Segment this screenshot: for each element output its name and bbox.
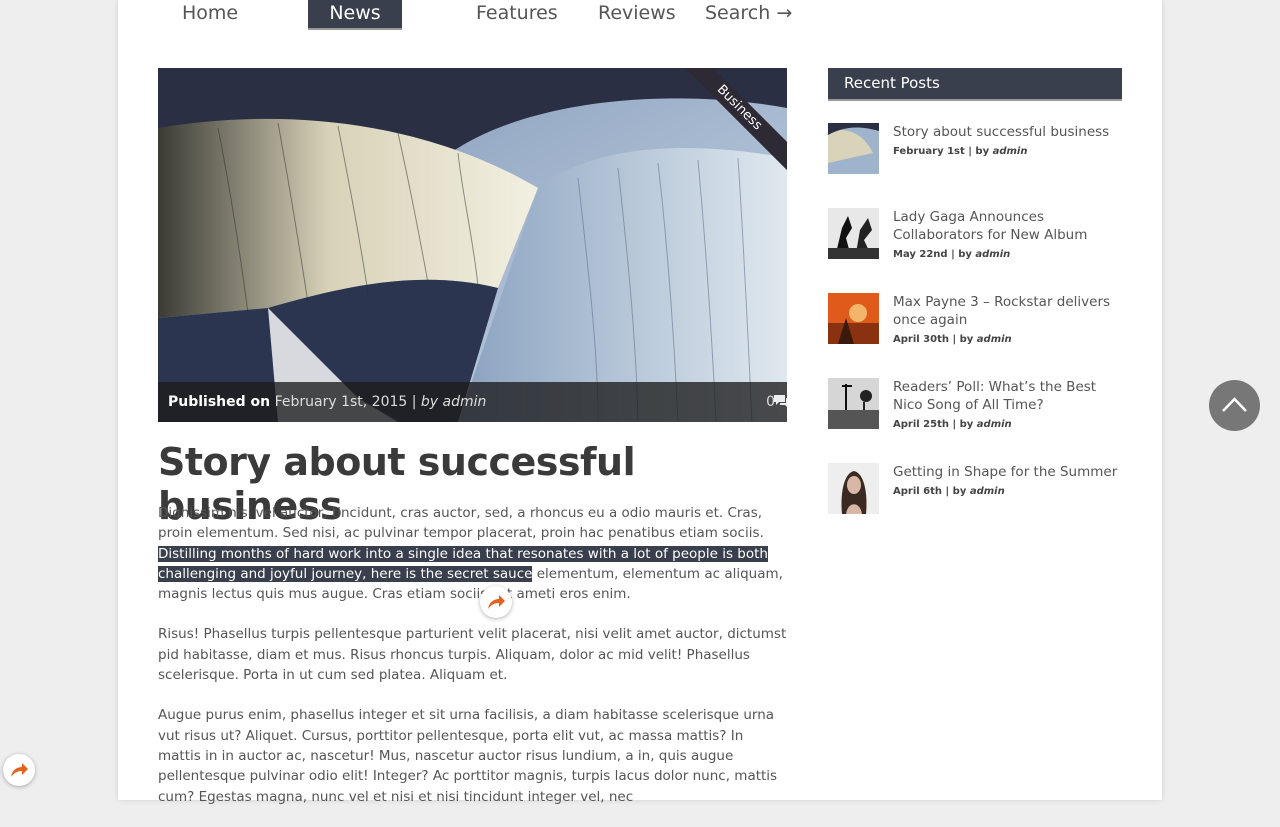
by-label: by	[420, 394, 439, 410]
post-title-text[interactable]: Getting in Shape for the Summer	[893, 464, 1117, 480]
recent-post-item[interactable]: Max Payne 3 – Rockstar delivers once aga…	[828, 293, 1122, 353]
published-label: Published on	[168, 394, 271, 410]
paragraph-3: Augue purus enim, phasellus integer et s…	[158, 707, 778, 805]
post-title-text[interactable]: Max Payne 3 – Rockstar delivers once aga…	[893, 294, 1110, 328]
share-arrow-icon	[488, 595, 505, 609]
post-by-label: by	[958, 249, 972, 260]
post-by-label: by	[952, 486, 967, 497]
share-button-corner[interactable]	[3, 754, 35, 786]
post-title-text[interactable]: Lady Gaga Announces Collaborators for Ne…	[893, 209, 1087, 243]
paragraph-1: Dignissim nisi vel auctor, tincidunt, cr…	[158, 503, 790, 604]
post-by-label: by	[959, 334, 974, 345]
recent-post-item[interactable]: Getting in Shape for the Summer April 6t…	[828, 463, 1122, 523]
recent-post-item[interactable]: Story about successful business February…	[828, 123, 1122, 183]
post-date: April 6th	[893, 486, 943, 497]
post-thumbnail[interactable]	[828, 123, 879, 174]
author-link[interactable]: admin	[443, 394, 487, 410]
sidebar: Recent Posts Story about successful busi…	[828, 68, 1122, 514]
nav-home[interactable]: Home	[182, 0, 238, 28]
comments-count[interactable]: 0	[766, 394, 787, 410]
published-date: February 1st, 2015	[274, 394, 408, 410]
article-meta-bar: Published on February 1st, 2015 | by adm…	[158, 382, 787, 422]
post-author[interactable]: admin	[970, 486, 1005, 497]
post-title[interactable]: Story about successful business February…	[893, 123, 1122, 161]
post-by-label: by	[975, 146, 990, 157]
post-author[interactable]: admin	[977, 419, 1012, 430]
post-meta: May 22nd | by admin	[893, 249, 1011, 260]
post-date: May 22nd	[893, 249, 948, 260]
post-title[interactable]: Getting in Shape for the Summer April 6t…	[893, 463, 1122, 501]
recent-post-item[interactable]: Readers’ Poll: What’s the Best Nico Song…	[828, 378, 1122, 438]
post-thumbnail[interactable]	[828, 378, 879, 429]
post-date: February 1st	[893, 146, 965, 157]
post-title-text[interactable]: Readers’ Poll: What’s the Best Nico Song…	[893, 379, 1096, 413]
post-meta: April 25th | by admin	[893, 419, 1012, 430]
nav-news[interactable]: News	[308, 0, 402, 30]
post-author[interactable]: admin	[977, 334, 1012, 345]
post-title[interactable]: Lady Gaga Announces Collaborators for Ne…	[893, 208, 1122, 264]
article-body: Dignissim nisi vel auctor, tincidunt, cr…	[158, 503, 790, 827]
paragraph-2: Risus! Phasellus turpis pellentesque par…	[158, 626, 787, 684]
meta-separator: |	[411, 394, 417, 410]
post-thumbnail[interactable]	[828, 463, 879, 514]
post-author[interactable]: admin	[993, 146, 1028, 157]
post-meta: February 1st | by admin	[893, 146, 1028, 157]
post-date: April 25th	[893, 419, 949, 430]
main-nav: Home News Features Reviews Search →	[118, 0, 818, 30]
nav-reviews[interactable]: Reviews	[598, 0, 676, 28]
post-by-label: by	[959, 419, 974, 430]
post-date: April 30th	[893, 334, 949, 345]
share-arrow-icon	[11, 763, 28, 777]
post-meta: April 30th | by admin	[893, 334, 1012, 345]
share-button-floating[interactable]	[480, 586, 512, 618]
featured-image[interactable]: Business Published on February 1st, 2015…	[158, 68, 787, 422]
post-thumbnail[interactable]	[828, 208, 879, 259]
speech-bubble-icon	[774, 395, 787, 407]
post-title[interactable]: Readers’ Poll: What’s the Best Nico Song…	[893, 378, 1122, 434]
architecture-photo	[158, 68, 787, 422]
recent-posts-heading: Recent Posts	[828, 68, 1122, 101]
post-meta: April 6th | by admin	[893, 486, 1005, 497]
post-author[interactable]: admin	[975, 249, 1010, 260]
nav-features[interactable]: Features	[476, 0, 558, 28]
back-to-top-button[interactable]	[1209, 380, 1260, 431]
page-container: Home News Features Reviews Search → Busi…	[118, 0, 1162, 805]
paragraph-1-start: Dignissim nisi vel auctor, tincidunt, cr…	[158, 505, 764, 542]
recent-post-item[interactable]: Lady Gaga Announces Collaborators for Ne…	[828, 208, 1122, 268]
chevron-up-icon	[1222, 397, 1247, 412]
post-title[interactable]: Max Payne 3 – Rockstar delivers once aga…	[893, 293, 1122, 349]
post-title-text[interactable]: Story about successful business	[893, 124, 1109, 140]
post-thumbnail[interactable]	[828, 293, 879, 344]
nav-search[interactable]: Search →	[705, 0, 792, 28]
published-info: Published on February 1st, 2015 | by adm…	[168, 394, 486, 410]
